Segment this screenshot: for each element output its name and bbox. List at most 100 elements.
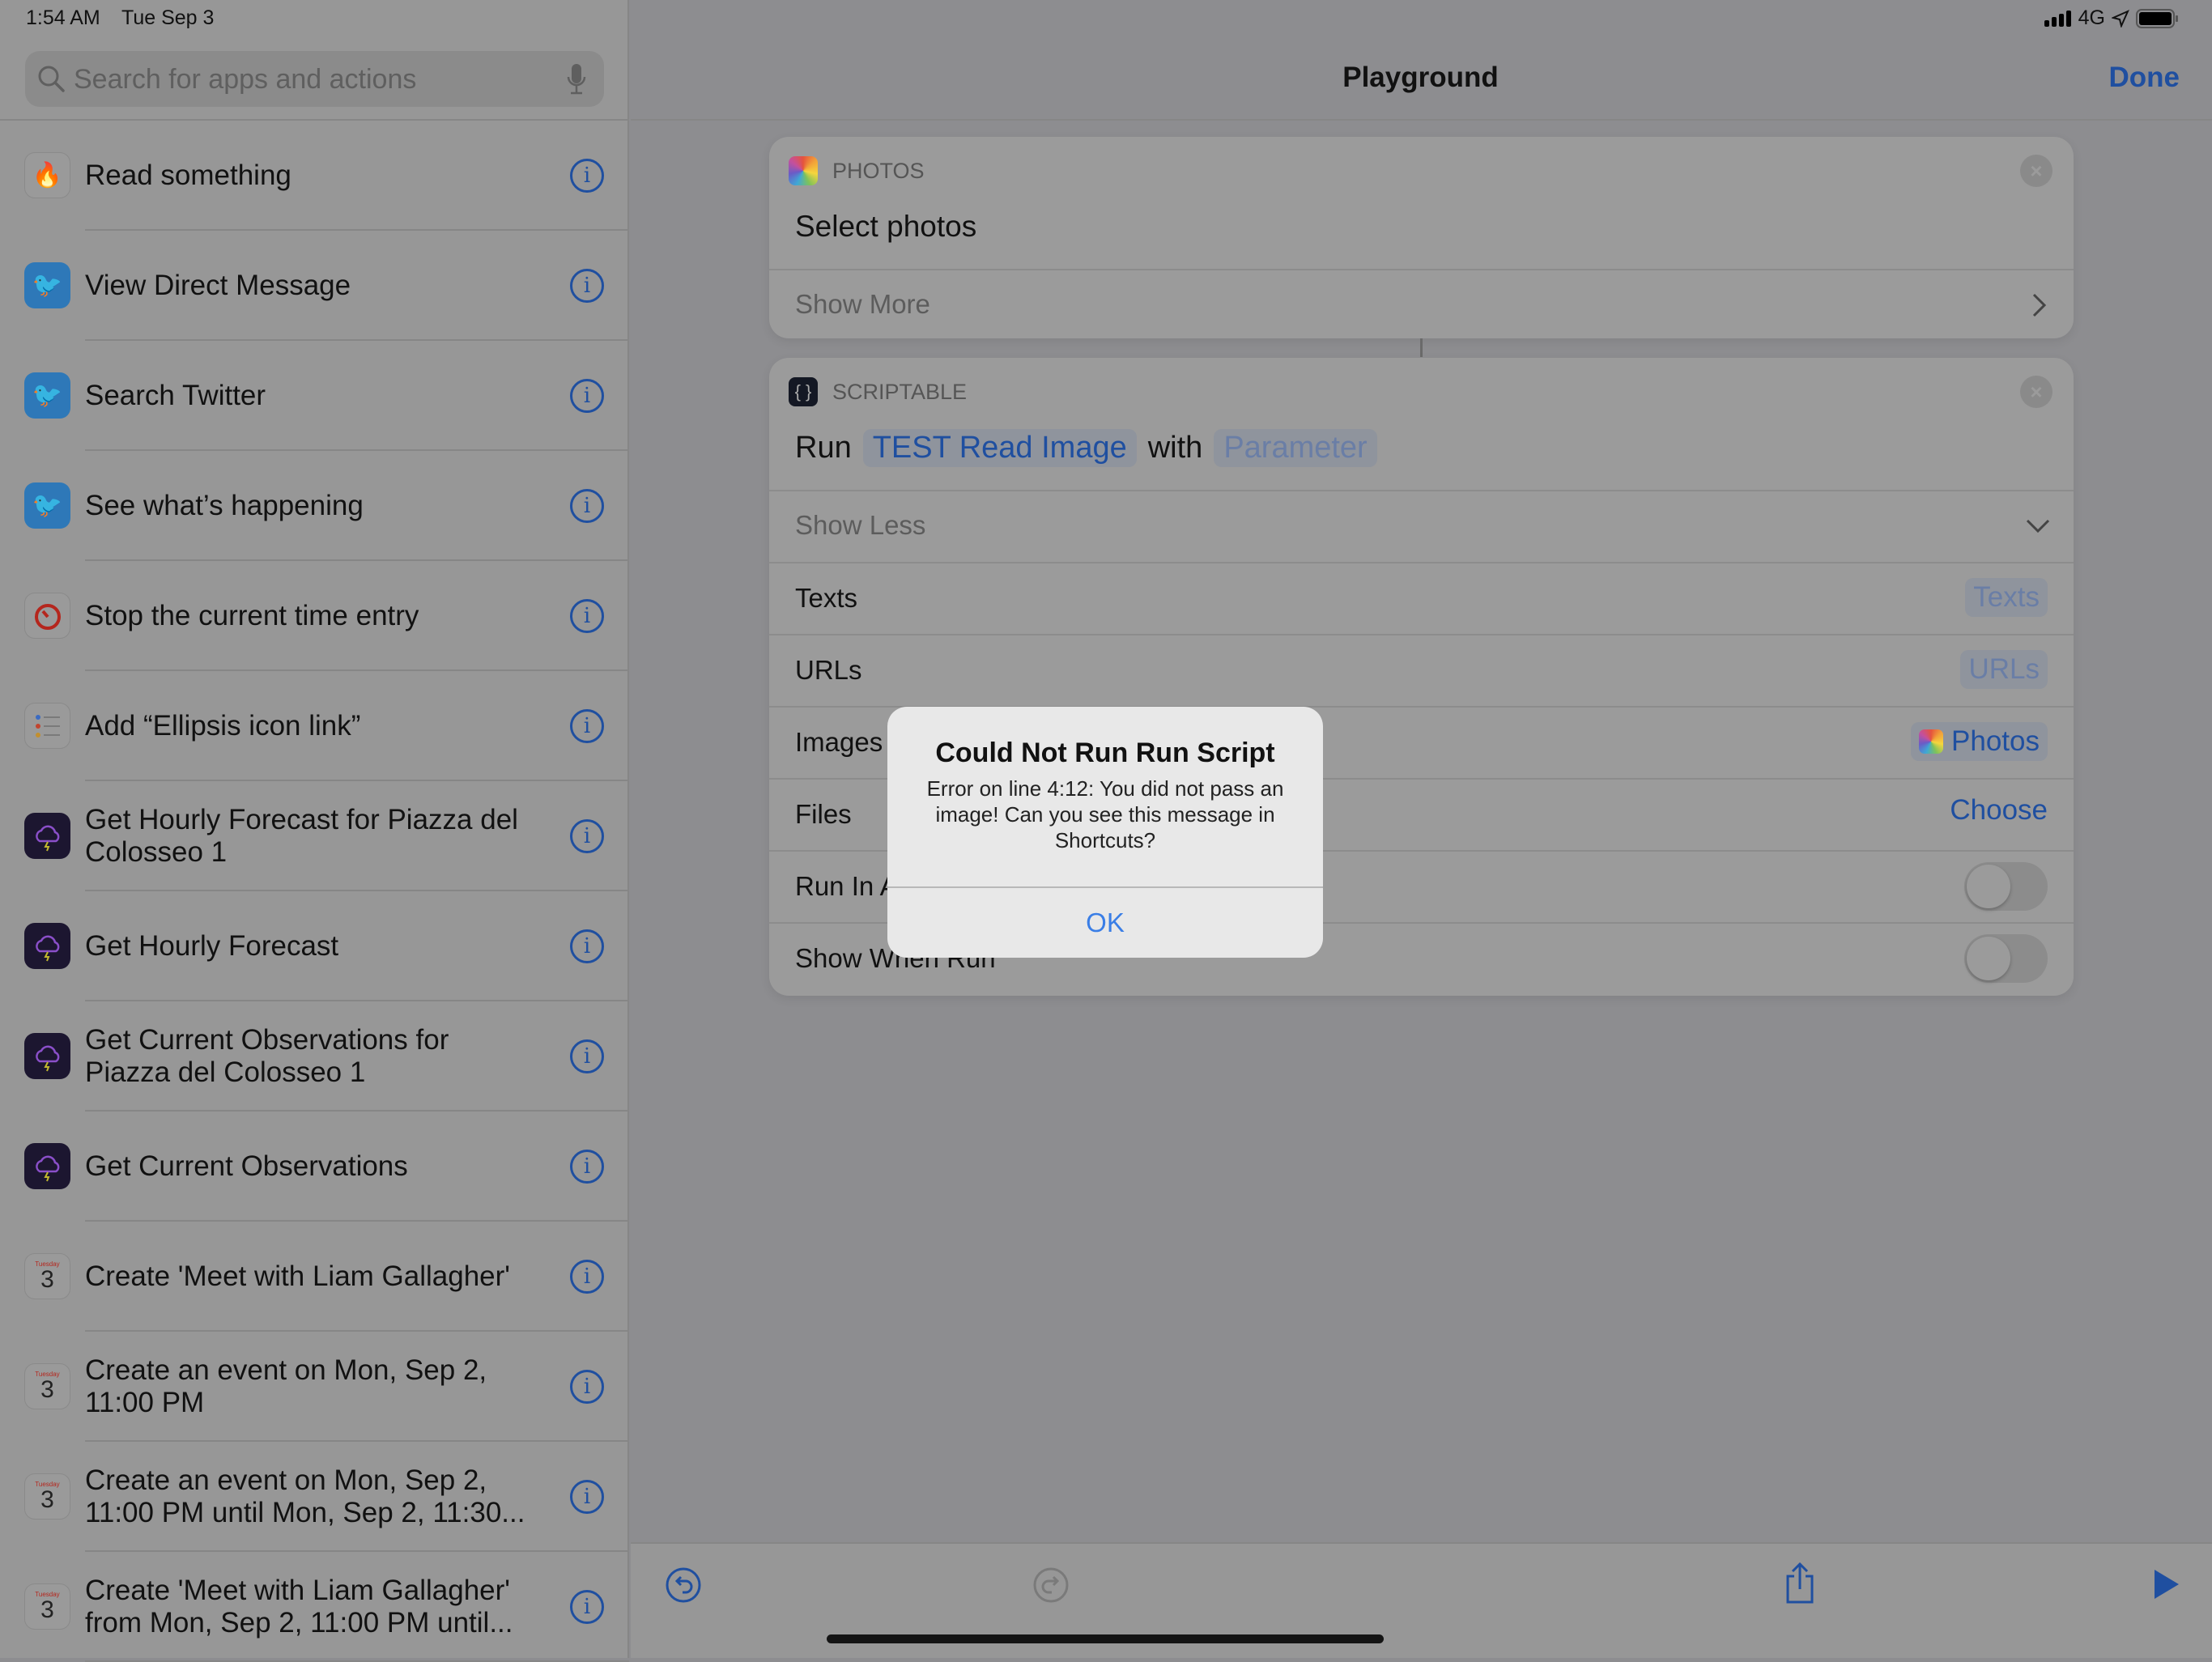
- action-label: Get Current Observations: [85, 1150, 408, 1182]
- parameter-value-text: Choose: [1950, 794, 2048, 826]
- page-title: Playground: [1342, 62, 1499, 93]
- parameter-value[interactable]: Choose: [1950, 794, 2048, 827]
- play-icon[interactable]: [2153, 1568, 2180, 1600]
- info-icon[interactable]: i: [570, 1370, 604, 1404]
- calendar-icon: Tuesday 3: [24, 1473, 70, 1520]
- location-icon: [2112, 9, 2129, 28]
- done-button[interactable]: Done: [2109, 62, 2180, 94]
- info-icon[interactable]: i: [570, 1260, 604, 1294]
- microphone-icon[interactable]: [566, 62, 587, 96]
- info-icon[interactable]: i: [570, 1150, 604, 1184]
- parameter-value[interactable]: Photos: [1911, 722, 2048, 761]
- divider: [769, 490, 2074, 491]
- remove-action-button[interactable]: ×: [2020, 155, 2052, 187]
- connector-line: [1420, 338, 1423, 357]
- status-time: 1:54 AM: [26, 6, 100, 29]
- info-icon[interactable]: i: [570, 1039, 604, 1073]
- parameter-token[interactable]: Parameter: [1214, 429, 1377, 467]
- photos-app-icon: [789, 156, 818, 185]
- info-icon[interactable]: i: [570, 709, 604, 743]
- divider: [769, 562, 2074, 563]
- info-icon[interactable]: i: [570, 269, 604, 303]
- info-icon[interactable]: i: [570, 599, 604, 633]
- calendar-icon: Tuesday 3: [24, 1363, 70, 1409]
- parameter-value-text: Texts: [1973, 581, 2040, 613]
- action-label: Create an event on Mon, Sep 2, 11:00 PM: [85, 1354, 487, 1418]
- calendar-day: 3: [40, 1486, 54, 1513]
- with-label: with: [1147, 431, 1203, 465]
- search-placeholder: Search for apps and actions: [74, 64, 417, 95]
- sidebar-action-item[interactable]: 🐦 View Direct Message i: [0, 231, 629, 341]
- signal-icon: [2044, 10, 2071, 27]
- run-line: Run TEST Read Image with Parameter: [795, 429, 1377, 467]
- sidebar-action-item[interactable]: Get Current Observations i: [0, 1112, 629, 1222]
- sidebar-action-item[interactable]: 🐦 See what’s happening i: [0, 451, 629, 561]
- home-indicator: [827, 1634, 1384, 1643]
- script-token[interactable]: TEST Read Image: [862, 429, 1137, 467]
- run-label: Run: [795, 431, 852, 465]
- app-label: SCRIPTABLE: [832, 380, 968, 404]
- sidebar-action-item[interactable]: Tuesday 3 Create 'Meet with Liam Gallagher…: [0, 1552, 629, 1662]
- action-label: Stop the current time entry: [85, 600, 419, 631]
- sidebar-action-item[interactable]: Add “Ellipsis icon link” i: [0, 671, 629, 781]
- sidebar-action-item[interactable]: 🔥 Read something i: [0, 121, 629, 231]
- calendar-day: 3: [40, 1375, 54, 1403]
- sidebar-action-item[interactable]: Stop the current time entry i: [0, 561, 629, 671]
- chevron-right-icon[interactable]: [2031, 292, 2048, 318]
- weather-icon: [24, 813, 70, 859]
- search-icon: [38, 66, 65, 92]
- weather-icon: [24, 923, 70, 969]
- reminders-icon: [24, 703, 70, 749]
- share-icon[interactable]: [1784, 1562, 1816, 1604]
- sidebar-action-item[interactable]: Tuesday 3 Create an event on Mon, Sep 2, 1…: [0, 1442, 629, 1552]
- timer-icon: [24, 593, 70, 639]
- action-sidebar: 1:54 AM Tue Sep 3 Search for apps and ac…: [0, 0, 629, 1662]
- header-divider: [631, 119, 2212, 121]
- info-icon[interactable]: i: [570, 489, 604, 523]
- sidebar-action-item[interactable]: Tuesday 3 Create an event on Mon, Sep 2, 1…: [0, 1332, 629, 1442]
- battery-icon: [2136, 8, 2178, 28]
- parameter-value[interactable]: URLs: [1960, 650, 2048, 689]
- show-more-button[interactable]: Show More: [795, 289, 930, 320]
- photos-app-icon: [1919, 729, 1944, 754]
- weather-icon: [24, 1033, 70, 1079]
- toggle-switch[interactable]: [1964, 934, 2048, 983]
- error-alert: Could Not Run Run Script Error on line 4…: [887, 707, 1323, 958]
- twitter-icon: 🐦: [24, 482, 70, 529]
- info-icon[interactable]: i: [570, 159, 604, 193]
- parameter-value-text: URLs: [1968, 653, 2040, 685]
- chevron-down-icon[interactable]: [2025, 518, 2051, 534]
- info-icon[interactable]: i: [570, 819, 604, 853]
- sidebar-action-item[interactable]: Tuesday 3 Create 'Meet with Liam Gallagher…: [0, 1222, 629, 1332]
- info-icon[interactable]: i: [570, 1590, 604, 1624]
- sidebar-action-item[interactable]: Get Hourly Forecast i: [0, 891, 629, 1001]
- photos-action-card[interactable]: PHOTOS × Select photos Show More: [769, 137, 2074, 338]
- action-label: Create an event on Mon, Sep 2, 11:00 PM …: [85, 1464, 525, 1528]
- ok-button[interactable]: OK: [887, 888, 1323, 958]
- parameter-value[interactable]: Texts: [1965, 578, 2048, 617]
- remove-action-button[interactable]: ×: [2020, 376, 2052, 408]
- toggle-switch[interactable]: [1964, 862, 2048, 911]
- info-icon[interactable]: i: [570, 379, 604, 413]
- action-label: View Direct Message: [85, 270, 351, 301]
- search-input[interactable]: Search for apps and actions: [25, 51, 604, 107]
- redo-icon[interactable]: [1032, 1566, 1070, 1604]
- parameter-label: URLs: [795, 655, 862, 685]
- info-icon[interactable]: i: [570, 1480, 604, 1514]
- undo-icon[interactable]: [665, 1566, 702, 1604]
- info-icon[interactable]: i: [570, 929, 604, 963]
- twitter-icon: 🐦: [24, 262, 70, 308]
- alert-message: Error on line 4:12: You did not pass an …: [926, 776, 1284, 852]
- action-label: Read something: [85, 159, 291, 191]
- divider: [769, 269, 2074, 270]
- sidebar-action-item[interactable]: Get Current Observations for Piazza del …: [0, 1001, 629, 1112]
- sidebar-action-item[interactable]: Get Hourly Forecast for Piazza del Colos…: [0, 781, 629, 891]
- action-label: See what’s happening: [85, 490, 364, 521]
- action-label: Create 'Meet with Liam Gallagher': [85, 1260, 510, 1292]
- network-label: 4G: [2078, 6, 2105, 29]
- parameter-label: Files: [795, 799, 852, 829]
- flame-icon: 🔥: [24, 152, 70, 198]
- action-label: Add “Ellipsis icon link”: [85, 710, 361, 742]
- show-less-button[interactable]: Show Less: [795, 510, 925, 541]
- sidebar-action-item[interactable]: 🐦 Search Twitter i: [0, 341, 629, 451]
